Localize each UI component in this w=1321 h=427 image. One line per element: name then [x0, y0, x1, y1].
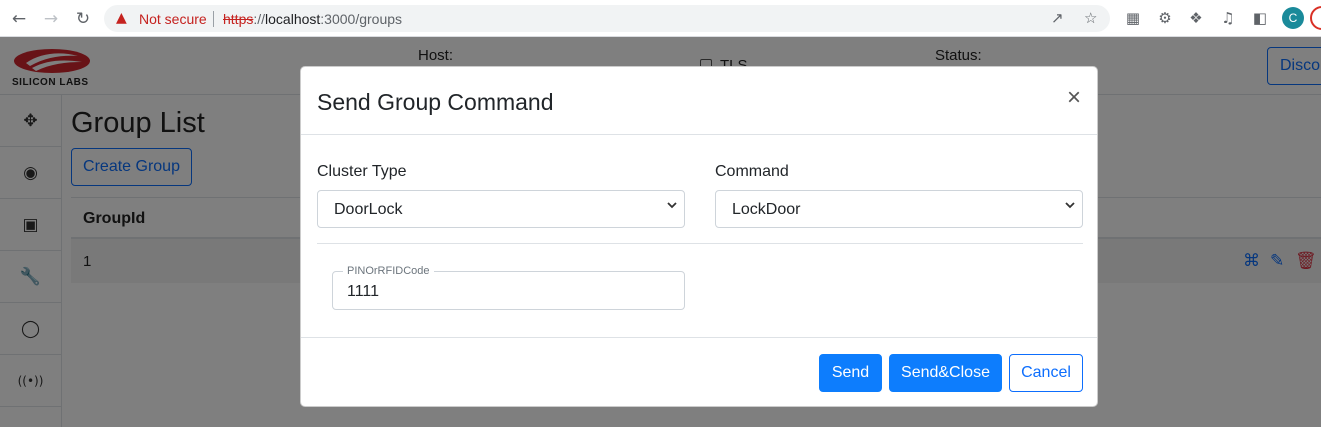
send-group-command-dialog: Send Group Command × Cluster Type DoorLo…	[300, 66, 1098, 407]
pin-or-rfid-code-value: 1111	[347, 283, 380, 300]
command-label: Command	[715, 163, 789, 180]
extension-gear-icon[interactable]: ⚙	[1155, 8, 1175, 28]
bookmark-star-icon[interactable]: ☆	[1084, 9, 1097, 27]
share-icon[interactable]: ↗	[1051, 9, 1064, 27]
modal-header: Send Group Command ×	[301, 67, 1097, 135]
command-select[interactable]: LockDoor	[715, 190, 1083, 228]
back-icon[interactable]: ←	[8, 8, 30, 30]
section-divider	[317, 243, 1083, 244]
chevron-down-icon	[667, 202, 677, 209]
reload-icon[interactable]: ↻	[72, 8, 94, 30]
modal-title: Send Group Command	[317, 89, 554, 115]
omnibox-divider	[213, 11, 214, 27]
send-and-close-button[interactable]: Send&Close	[889, 354, 1002, 392]
close-icon[interactable]: ×	[1061, 84, 1087, 111]
pin-or-rfid-code-label: PINOrRFIDCode	[343, 265, 434, 277]
send-button[interactable]: Send	[819, 354, 882, 392]
profile-avatar[interactable]: C	[1282, 7, 1304, 29]
cluster-type-select[interactable]: DoorLock	[317, 190, 685, 228]
browser-menu-icon[interactable]	[1310, 6, 1321, 30]
puzzle-extensions-icon[interactable]: ❖	[1186, 8, 1206, 28]
command-value: LockDoor	[732, 201, 801, 218]
modal-footer: Send Send&Close Cancel	[301, 337, 1097, 406]
cancel-button[interactable]: Cancel	[1009, 354, 1083, 392]
media-queue-icon[interactable]: ♫	[1218, 8, 1238, 28]
chevron-down-icon	[1065, 202, 1075, 209]
browser-toolbar: ← → ↻ ▲ Not secure https://localhost:300…	[0, 0, 1321, 37]
cluster-type-value: DoorLock	[334, 201, 403, 218]
address-bar[interactable]: ▲ Not secure https://localhost:3000/grou…	[104, 5, 1110, 32]
cluster-type-label: Cluster Type	[317, 163, 407, 180]
forward-icon[interactable]: →	[40, 8, 62, 30]
warning-icon: ▲	[116, 10, 127, 26]
qr-code-icon[interactable]: ▦	[1123, 8, 1143, 28]
side-panel-icon[interactable]: ◧	[1250, 8, 1270, 28]
security-label[interactable]: Not secure	[139, 11, 207, 27]
url-text[interactable]: https://localhost:3000/groups	[223, 11, 402, 27]
pin-or-rfid-code-field[interactable]: PINOrRFIDCode 1111	[332, 265, 685, 310]
